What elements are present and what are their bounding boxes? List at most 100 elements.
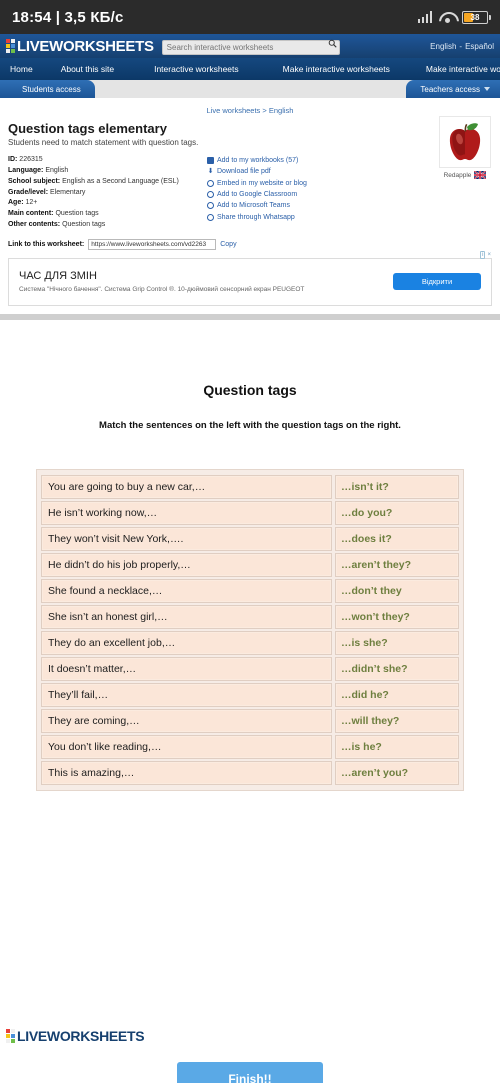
- action-share-whatsapp[interactable]: Share through Whatsapp: [207, 212, 307, 223]
- sentence-cell[interactable]: She found a necklace,…: [41, 578, 332, 603]
- signal-icon: [417, 11, 432, 23]
- tag-cell[interactable]: …did he?: [335, 682, 459, 707]
- ad-close-icon[interactable]: ×: [487, 252, 491, 258]
- meta-label-language: Language:: [8, 166, 44, 174]
- red-apple-icon: [449, 123, 481, 161]
- tag-cell[interactable]: …didn’t she?: [335, 656, 459, 681]
- circle-icon: [207, 213, 214, 221]
- action-add-to-workbooks[interactable]: Add to my workbooks (57): [207, 155, 307, 166]
- tag-cell[interactable]: …do you?: [335, 500, 459, 525]
- action-microsoft-teams[interactable]: Add to Microsoft Teams: [207, 200, 307, 211]
- tag-cell[interactable]: …don’t they: [335, 578, 459, 603]
- tag-cell[interactable]: …does it?: [335, 526, 459, 551]
- ad-cta-button[interactable]: Відкрити: [393, 273, 481, 291]
- circle-icon: [207, 191, 214, 199]
- action-google-classroom-label[interactable]: Add to Google Classroom: [217, 189, 297, 200]
- sentence-cell[interactable]: He isn’t working now,…: [41, 500, 332, 525]
- students-access-label: Students access: [22, 84, 81, 94]
- tag-cell[interactable]: …isn’t it?: [335, 474, 459, 499]
- meta-value-id: 226315: [19, 156, 43, 163]
- action-google-classroom[interactable]: Add to Google Classroom: [207, 189, 307, 200]
- sentence-cell[interactable]: You don’t like reading,…: [41, 734, 332, 759]
- meta-value-subject: English as a Second Language (ESL): [62, 177, 179, 185]
- author-box[interactable]: Redapple: [434, 116, 496, 179]
- meta-label-other-contents: Other contents:: [8, 221, 61, 229]
- tag-cell[interactable]: …won’t they?: [335, 604, 459, 629]
- table-row: He isn’t working now,… …do you?: [41, 500, 459, 525]
- meta-row-other-contents: Other contents: Question tags: [8, 220, 203, 231]
- sentence-cell[interactable]: She isn’t an honest girl,…: [41, 604, 332, 629]
- action-microsoft-teams-label[interactable]: Add to Microsoft Teams: [217, 200, 290, 211]
- table-row: She found a necklace,… …don’t they: [41, 578, 459, 603]
- access-bar: Students access Teachers access: [0, 80, 500, 98]
- students-access-tab[interactable]: Students access: [0, 80, 95, 98]
- sentence-cell[interactable]: You are going to buy a new car,…: [41, 474, 332, 499]
- lang-espanol[interactable]: Español: [465, 42, 494, 51]
- sentence-cell[interactable]: He didn’t do his job properly,…: [41, 552, 332, 577]
- nav-item-interactive-worksheets[interactable]: Interactive worksheets: [114, 64, 239, 74]
- action-download-pdf-label[interactable]: Download file pdf: [217, 166, 271, 177]
- sentence-cell[interactable]: This is amazing,…: [41, 760, 332, 785]
- worksheet-title: Question tags: [203, 381, 297, 398]
- tag-cell[interactable]: …aren’t they?: [335, 552, 459, 577]
- search-input[interactable]: [161, 40, 340, 55]
- meta-row-subject: School subject: English as a Second Lang…: [8, 177, 203, 188]
- nav-item-make-worksheets[interactable]: Make interactive worksheets: [239, 64, 390, 74]
- author-name-row: Redapple: [434, 171, 496, 179]
- site-header: LIVEWORKSHEETS English - Español: [0, 34, 500, 58]
- finish-button[interactable]: Finish!!: [177, 1061, 323, 1083]
- sentence-cell[interactable]: They are coming,…: [41, 708, 332, 733]
- circle-icon: [207, 179, 214, 187]
- action-share-whatsapp-label[interactable]: Share through Whatsapp: [217, 212, 295, 223]
- tag-cell[interactable]: …is she?: [335, 630, 459, 655]
- site-logo[interactable]: LIVEWORKSHEETS: [6, 38, 154, 55]
- app-root: 18:54 | 3,5 КБ/с 38 LIVEWORKSHEETS Searc…: [0, 0, 500, 1083]
- nav-item-about[interactable]: About this site: [33, 64, 114, 74]
- table-row: They’ll fail,… …did he?: [41, 682, 459, 707]
- ad-title: ЧАС ДЛЯ ЗМІН: [19, 270, 97, 283]
- matching-exercise-table: You are going to buy a new car,… …isn’t …: [36, 468, 464, 791]
- chevron-down-icon: [484, 87, 490, 91]
- worksheet-link-input[interactable]: [88, 238, 217, 250]
- meta-row-main-content: Main content: Question tags: [8, 209, 203, 220]
- meta-row-age: Age: 12+: [8, 198, 203, 209]
- ad-banner[interactable]: ЧАС ДЛЯ ЗМІН Система "Нічного бачення". …: [8, 257, 492, 306]
- sentence-cell[interactable]: It doesn’t matter,…: [41, 656, 332, 681]
- tag-cell[interactable]: …aren’t you?: [335, 760, 459, 785]
- download-icon: ⬇: [207, 168, 214, 176]
- action-embed-label[interactable]: Embed in my website or blog: [217, 178, 307, 189]
- search-icon[interactable]: [328, 39, 337, 48]
- worksheet-info-section: Live worksheets > English Question tags …: [0, 98, 500, 231]
- ad-info-icon[interactable]: i: [480, 250, 486, 259]
- tag-cell[interactable]: …will they?: [335, 708, 459, 733]
- tag-cell[interactable]: …is he?: [335, 734, 459, 759]
- workbook-icon: [207, 157, 214, 165]
- meta-label-grade: Grade/level:: [8, 188, 49, 196]
- teachers-access-tab[interactable]: Teachers access: [406, 80, 500, 98]
- copy-link-button[interactable]: Copy: [220, 241, 236, 248]
- footer-logo[interactable]: LIVEWORKSHEETS: [0, 1020, 500, 1044]
- search-container: [161, 37, 340, 55]
- sentence-cell[interactable]: They won’t visit New York,….: [41, 526, 332, 551]
- sentence-cell[interactable]: They’ll fail,…: [41, 682, 332, 707]
- worksheet-instruction: Match the sentences on the left with the…: [99, 419, 401, 431]
- footer-logo-text: LIVEWORKSHEETS: [17, 1027, 145, 1044]
- nav-item-home[interactable]: Home: [0, 64, 33, 74]
- lang-english[interactable]: English: [430, 42, 456, 51]
- footer: LIVEWORKSHEETS Finish!!: [0, 1019, 500, 1083]
- ad-container: ЧАС ДЛЯ ЗМІН Система "Нічного бачення". …: [0, 250, 500, 306]
- sentence-cell[interactable]: They do an excellent job,…: [41, 630, 332, 655]
- status-bar: 18:54 | 3,5 КБ/с 38: [0, 0, 500, 34]
- metadata-list: ID: 226315 Language: English School subj…: [8, 155, 203, 231]
- worksheet-link-label: Link to this worksheet:: [8, 240, 85, 248]
- table-row: They won’t visit New York,…. …does it?: [41, 526, 459, 551]
- table-row: They do an excellent job,… …is she?: [41, 630, 459, 655]
- action-download-pdf[interactable]: ⬇ Download file pdf: [207, 166, 307, 177]
- ad-controls: i ×: [480, 250, 491, 259]
- meta-and-actions: ID: 226315 Language: English School subj…: [8, 155, 492, 231]
- nav-item-make-workbooks[interactable]: Make interactive workbooks: [390, 64, 500, 74]
- breadcrumb[interactable]: Live worksheets > English: [8, 104, 492, 121]
- action-embed[interactable]: Embed in my website or blog: [207, 178, 307, 189]
- author-name: Redapple: [443, 171, 472, 179]
- action-add-to-workbooks-label[interactable]: Add to my workbooks (57): [217, 155, 298, 166]
